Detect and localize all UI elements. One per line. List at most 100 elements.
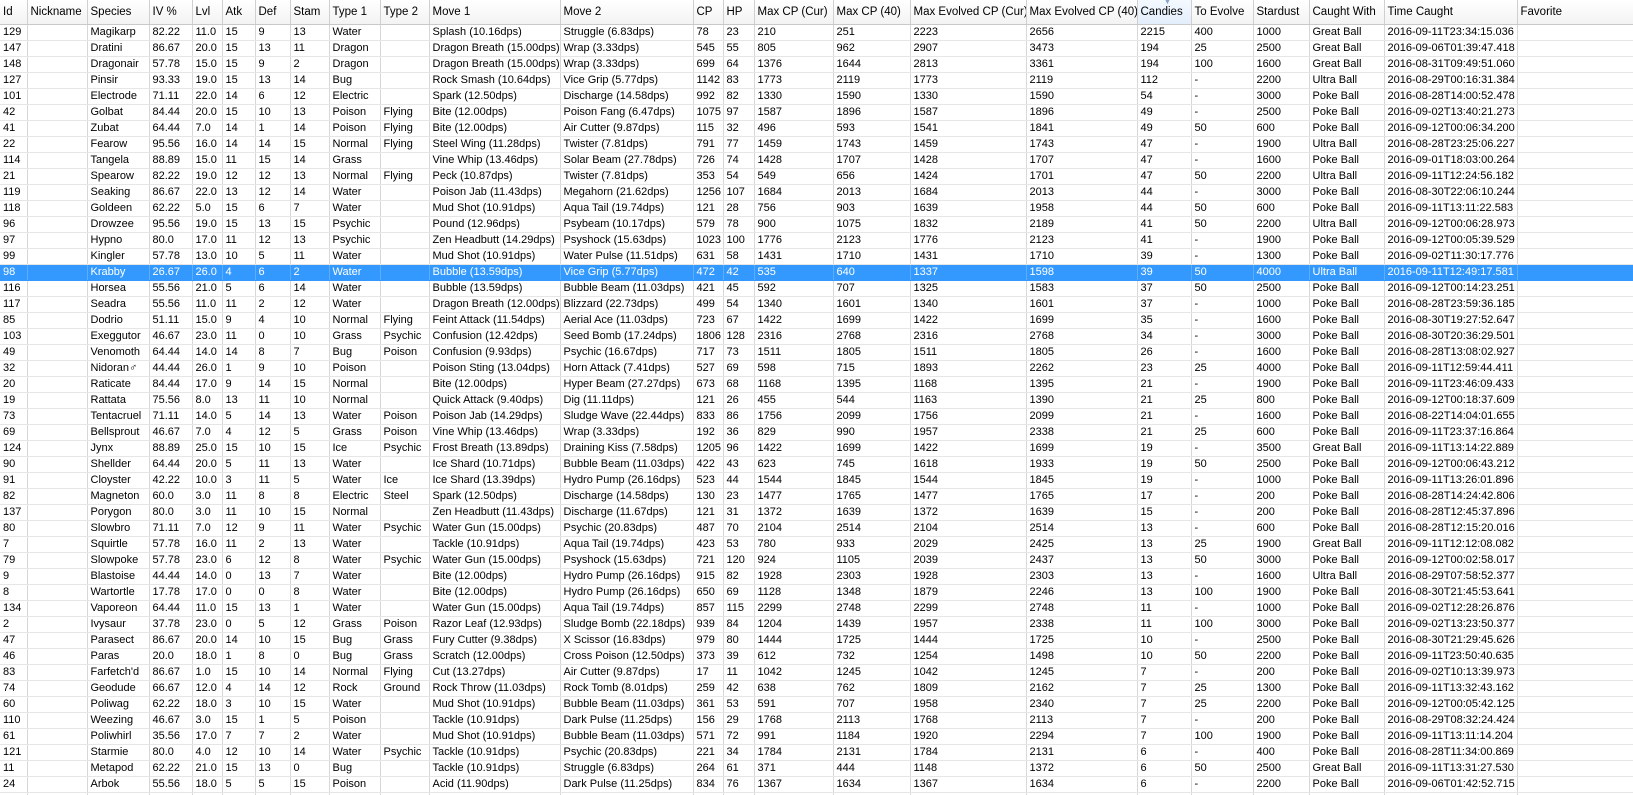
cell-stam[interactable]: 7 <box>290 568 330 585</box>
cell-id[interactable]: 90 <box>0 456 28 473</box>
cell-stardust[interactable]: 1600 <box>1253 408 1310 425</box>
cell-caught-with[interactable]: Ultra Ball <box>1309 136 1385 153</box>
cell-def[interactable]: 9 <box>255 520 291 537</box>
cell-id[interactable]: 2 <box>0 616 28 633</box>
cell-def[interactable]: 9 <box>255 360 291 377</box>
cell-id[interactable]: 21 <box>0 168 28 185</box>
cell-hp[interactable]: 69 <box>723 584 755 601</box>
cell-caught-with[interactable]: Poke Ball <box>1309 456 1385 473</box>
cell-species[interactable]: Poliwhirl <box>87 728 150 745</box>
cell-type2[interactable]: Flying <box>380 168 430 185</box>
cell-favorite[interactable] <box>1517 408 1633 425</box>
cell-maxevo-cur[interactable]: 1544 <box>910 472 1027 489</box>
cell-species[interactable]: Paras <box>87 648 150 665</box>
cell-favorite[interactable] <box>1517 536 1633 553</box>
cell-hp[interactable]: 61 <box>723 760 755 777</box>
cell-stam[interactable]: 10 <box>290 312 330 329</box>
cell-cp[interactable]: 1205 <box>693 440 724 457</box>
cell-nickname[interactable] <box>27 536 88 553</box>
cell-lvl[interactable]: 3.0 <box>192 504 223 521</box>
cell-type1[interactable]: Normal <box>329 664 381 681</box>
cell-atk[interactable]: 4 <box>222 680 256 697</box>
cell-iv[interactable]: 57.78 <box>149 552 193 569</box>
cell-lvl[interactable]: 18.0 <box>192 696 223 713</box>
cell-to-evolve[interactable]: - <box>1191 136 1254 153</box>
cell-hp[interactable]: 31 <box>723 504 755 521</box>
cell-stardust[interactable]: 2500 <box>1253 456 1310 473</box>
cell-iv[interactable]: 71.11 <box>149 88 193 105</box>
cell-stam[interactable]: 13 <box>290 104 330 121</box>
cell-iv[interactable]: 95.56 <box>149 136 193 153</box>
cell-maxevo-cur[interactable]: 1587 <box>910 104 1027 121</box>
cell-maxcp-40[interactable]: 1710 <box>833 248 911 265</box>
cell-iv[interactable]: 86.67 <box>149 632 193 649</box>
cell-maxcp-cur[interactable]: 1784 <box>754 744 834 761</box>
cell-id[interactable]: 7 <box>0 536 28 553</box>
cell-to-evolve[interactable]: - <box>1191 88 1254 105</box>
cell-stam[interactable]: 10 <box>290 328 330 345</box>
cell-move2[interactable]: X Scissor (16.83dps) <box>560 632 694 649</box>
cell-nickname[interactable] <box>27 584 88 601</box>
cell-candies[interactable]: 39 <box>1137 248 1192 265</box>
cell-id[interactable]: 22 <box>0 136 28 153</box>
cell-atk[interactable]: 14 <box>222 136 256 153</box>
cell-type1[interactable]: Psychic <box>329 216 381 233</box>
cell-maxevo-40[interactable]: 1395 <box>1026 376 1138 393</box>
cell-species[interactable]: Blastoise <box>87 568 150 585</box>
cell-move2[interactable]: Aqua Tail (19.74dps) <box>560 200 694 217</box>
cell-atk[interactable]: 5 <box>222 776 256 793</box>
cell-atk[interactable]: 13 <box>222 184 256 201</box>
cell-stam[interactable]: 13 <box>290 536 330 553</box>
cell-id[interactable]: 124 <box>0 440 28 457</box>
cell-move1[interactable]: Quick Attack (9.40dps) <box>429 392 561 409</box>
cell-candies[interactable]: 11 <box>1137 600 1192 617</box>
cell-time-caught[interactable]: 2016-08-28T12:45:37.896 <box>1384 504 1518 521</box>
cell-nickname[interactable] <box>27 408 88 425</box>
cell-type1[interactable]: Electric <box>329 88 381 105</box>
cell-to-evolve[interactable]: 50 <box>1191 264 1254 281</box>
cell-favorite[interactable] <box>1517 632 1633 649</box>
cell-move2[interactable]: Air Cutter (9.87dps) <box>560 664 694 681</box>
cell-type1[interactable]: Normal <box>329 312 381 329</box>
cell-species[interactable]: Goldeen <box>87 200 150 217</box>
cell-stardust[interactable]: 3000 <box>1253 616 1310 633</box>
cell-type1[interactable]: Water <box>329 536 381 553</box>
cell-def[interactable]: 13 <box>255 568 291 585</box>
cell-nickname[interactable] <box>27 72 88 89</box>
cell-candies[interactable]: 13 <box>1137 584 1192 601</box>
cell-iv[interactable]: 57.78 <box>149 248 193 265</box>
table-row[interactable]: 21 Spearow 82.22 19.0 12 12 13 Normal Flying Peck… <box>0 168 1633 185</box>
cell-candies[interactable]: 7 <box>1137 696 1192 713</box>
cell-maxevo-40[interactable]: 1765 <box>1026 488 1138 505</box>
cell-maxcp-40[interactable]: 1765 <box>833 488 911 505</box>
cell-maxcp-cur[interactable]: 1128 <box>754 584 834 601</box>
cell-id[interactable]: 47 <box>0 632 28 649</box>
cell-candies[interactable]: 54 <box>1137 88 1192 105</box>
cell-lvl[interactable]: 17.0 <box>192 232 223 249</box>
cell-stardust[interactable]: 200 <box>1253 504 1310 521</box>
cell-move1[interactable]: Dragon Breath (15.00dps) <box>429 40 561 57</box>
cell-maxevo-40[interactable]: 3361 <box>1026 56 1138 73</box>
cell-time-caught[interactable]: 2016-08-28T14:00:52.478 <box>1384 88 1518 105</box>
cell-iv[interactable]: 46.67 <box>149 424 193 441</box>
cell-type1[interactable]: Ice <box>329 440 381 457</box>
cell-time-caught[interactable]: 2016-09-12T00:06:28.973 <box>1384 216 1518 233</box>
cell-time-caught[interactable]: 2016-09-02T11:30:17.776 <box>1384 248 1518 265</box>
cell-candies[interactable]: 41 <box>1137 216 1192 233</box>
cell-maxcp-40[interactable]: 707 <box>833 280 911 297</box>
cell-move2[interactable]: Psychic (20.83dps) <box>560 744 694 761</box>
cell-atk[interactable]: 15 <box>222 104 256 121</box>
cell-id[interactable]: 46 <box>0 648 28 665</box>
cell-type2[interactable] <box>380 200 430 217</box>
cell-time-caught[interactable]: 2016-09-11T13:14:22.889 <box>1384 440 1518 457</box>
cell-maxcp-cur[interactable]: 371 <box>754 760 834 777</box>
cell-maxevo-cur[interactable]: 1477 <box>910 488 1027 505</box>
cell-move1[interactable]: Bubble (13.59dps) <box>429 264 561 281</box>
table-row[interactable]: 134 Vaporeon 64.44 11.0 15 13 1 Water Water Gun … <box>0 600 1633 617</box>
cell-maxevo-40[interactable]: 1245 <box>1026 664 1138 681</box>
cell-type2[interactable] <box>380 392 430 409</box>
cell-cp[interactable]: 421 <box>693 280 724 297</box>
cell-nickname[interactable] <box>27 440 88 457</box>
cell-type1[interactable]: Water <box>329 248 381 265</box>
cell-move2[interactable]: Horn Attack (7.41dps) <box>560 360 694 377</box>
